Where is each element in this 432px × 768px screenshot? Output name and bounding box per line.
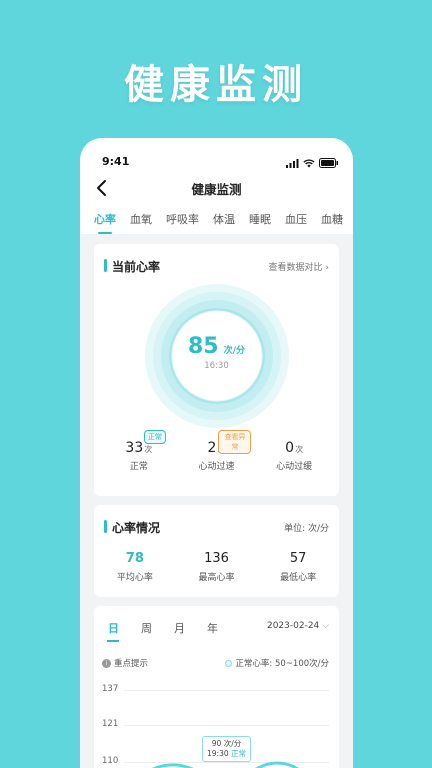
min-hr: 57 最低心率 [258,551,338,583]
wifi-icon [303,158,315,167]
tooltip-status: 正常 [231,749,247,758]
current-hr-card: 当前心率 查看数据对比 › 85 次/分 16:30 正常 33次 正常 查看异… [94,244,339,496]
stat-count: 2 [207,440,217,456]
chevron-right-icon: › [325,263,329,273]
stat-normal: 正常 33次 正常 [104,430,174,472]
tab-sleep[interactable]: 睡眠 [249,211,271,227]
legend-label: 正常心率: 50~100次/分 [235,659,329,669]
metric-tabs: 心率 血氧 呼吸率 体温 睡眠 血压 血糖 [80,204,353,234]
y-tick: 110 [102,756,119,766]
main-content: 当前心率 查看数据对比 › 85 次/分 16:30 正常 33次 正常 查看异… [80,234,353,768]
stat-tachycardia: 查看异常 2次 心动过速 [181,430,252,472]
chart-legend: 正常心率: 50~100次/分 [225,657,329,669]
chart-tip-row: i 重点提示 正常心率: 50~100次/分 [102,657,329,669]
compare-data-label: 查看数据对比 [268,263,323,273]
stat-unit: 次 [144,445,153,454]
grid-line [124,690,329,691]
compare-data-link[interactable]: 查看数据对比 › [269,260,330,273]
period-tab-year[interactable]: 年 [207,620,218,636]
card-title: 心率情况 [104,519,160,536]
stat-bradycardia: 0次 心动过缓 [259,440,329,472]
tab-blood-pressure[interactable]: 血压 [285,211,307,227]
unit-label: 单位: 次/分 [284,524,329,534]
back-icon[interactable] [94,178,110,198]
avg-hr-value: 78 [125,551,144,566]
signal-icon [286,158,299,168]
hr-time: 16:30 [204,361,229,371]
period-tabs: 日 周 月 年 [107,620,218,642]
min-hr-value: 57 [289,551,307,566]
info-icon: i [102,658,111,668]
stat-label: 心动过速 [198,462,235,472]
tab-blood-oxygen[interactable]: 血氧 [130,211,152,227]
tab-heart-rate[interactable]: 心率 [94,211,116,234]
hr-value: 85 [187,334,219,359]
tooltip-time: 19:30 [207,749,229,758]
avg-hr: 78 平均心率 [95,551,175,583]
date-selector[interactable]: 2023-02-24 ⌵ [267,621,329,631]
promo-title: 健康监测 [124,62,308,108]
avg-hr-label: 平均心率 [116,573,153,583]
min-hr-label: 最低心率 [280,573,317,583]
period-tab-week[interactable]: 周 [141,620,152,636]
hr-unit: 次/分 [223,346,245,356]
stat-label: 正常 [129,462,148,472]
status-icons [286,158,339,168]
tab-respiration[interactable]: 呼吸率 [166,211,199,227]
hr-summary-stats: 78 平均心率 136 最高心率 57 最低心率 [94,551,339,583]
view-abnormal-badge[interactable]: 查看异常 [218,430,252,454]
max-hr-value: 136 [204,551,229,566]
status-badge: 正常 [143,430,166,444]
stat-count: 0 [285,440,295,456]
card-title: 当前心率 [104,258,160,275]
phone-frame: 9:41 健康监测 心率 血氧 呼吸率 体温 睡眠 血压 血糖 当前心率 查看数… [80,138,353,768]
status-bar: 9:41 [80,138,353,172]
chart-tooltip: 90 次/分 19:30 正常 [202,736,252,762]
max-hr: 136 最高心率 [176,551,256,583]
hr-chart-card: 日 周 月 年 2023-02-24 ⌵ i 重点提示 正常心率: 50~100… [94,606,339,768]
tab-blood-sugar[interactable]: 血糖 [321,211,343,227]
hr-summary-card: 心率情况 单位: 次/分 78 平均心率 136 最高心率 57 最低心率 [94,505,339,597]
period-tab-day[interactable]: 日 [107,620,119,642]
tab-temperature[interactable]: 体温 [213,211,235,227]
y-tick: 121 [102,719,119,729]
period-tab-month[interactable]: 月 [174,620,185,636]
status-time: 9:41 [102,155,130,168]
stat-count: 33 [125,440,144,456]
y-tick: 137 [102,684,119,694]
battery-icon [319,158,338,168]
grid-line [124,725,329,726]
key-tip[interactable]: i 重点提示 [102,657,148,669]
chevron-down-icon: ⌵ [322,621,329,631]
key-tip-label: 重点提示 [114,659,149,669]
nav-bar: 健康监测 [80,172,353,204]
hr-gauge: 85 次/分 16:30 [144,284,289,428]
hr-stats-row: 正常 33次 正常 查看异常 2次 心动过速 0次 心动过缓 [94,430,339,472]
max-hr-label: 最高心率 [198,573,235,583]
page-title: 健康监测 [191,181,242,197]
date-value: 2023-02-24 [266,621,320,631]
stat-label: 心动过缓 [276,462,313,472]
gauge-center: 85 次/分 16:30 [145,334,289,371]
legend-dot-icon [225,659,233,667]
stat-unit: 次 [295,445,304,454]
tooltip-value: 90 次/分 [211,739,242,748]
